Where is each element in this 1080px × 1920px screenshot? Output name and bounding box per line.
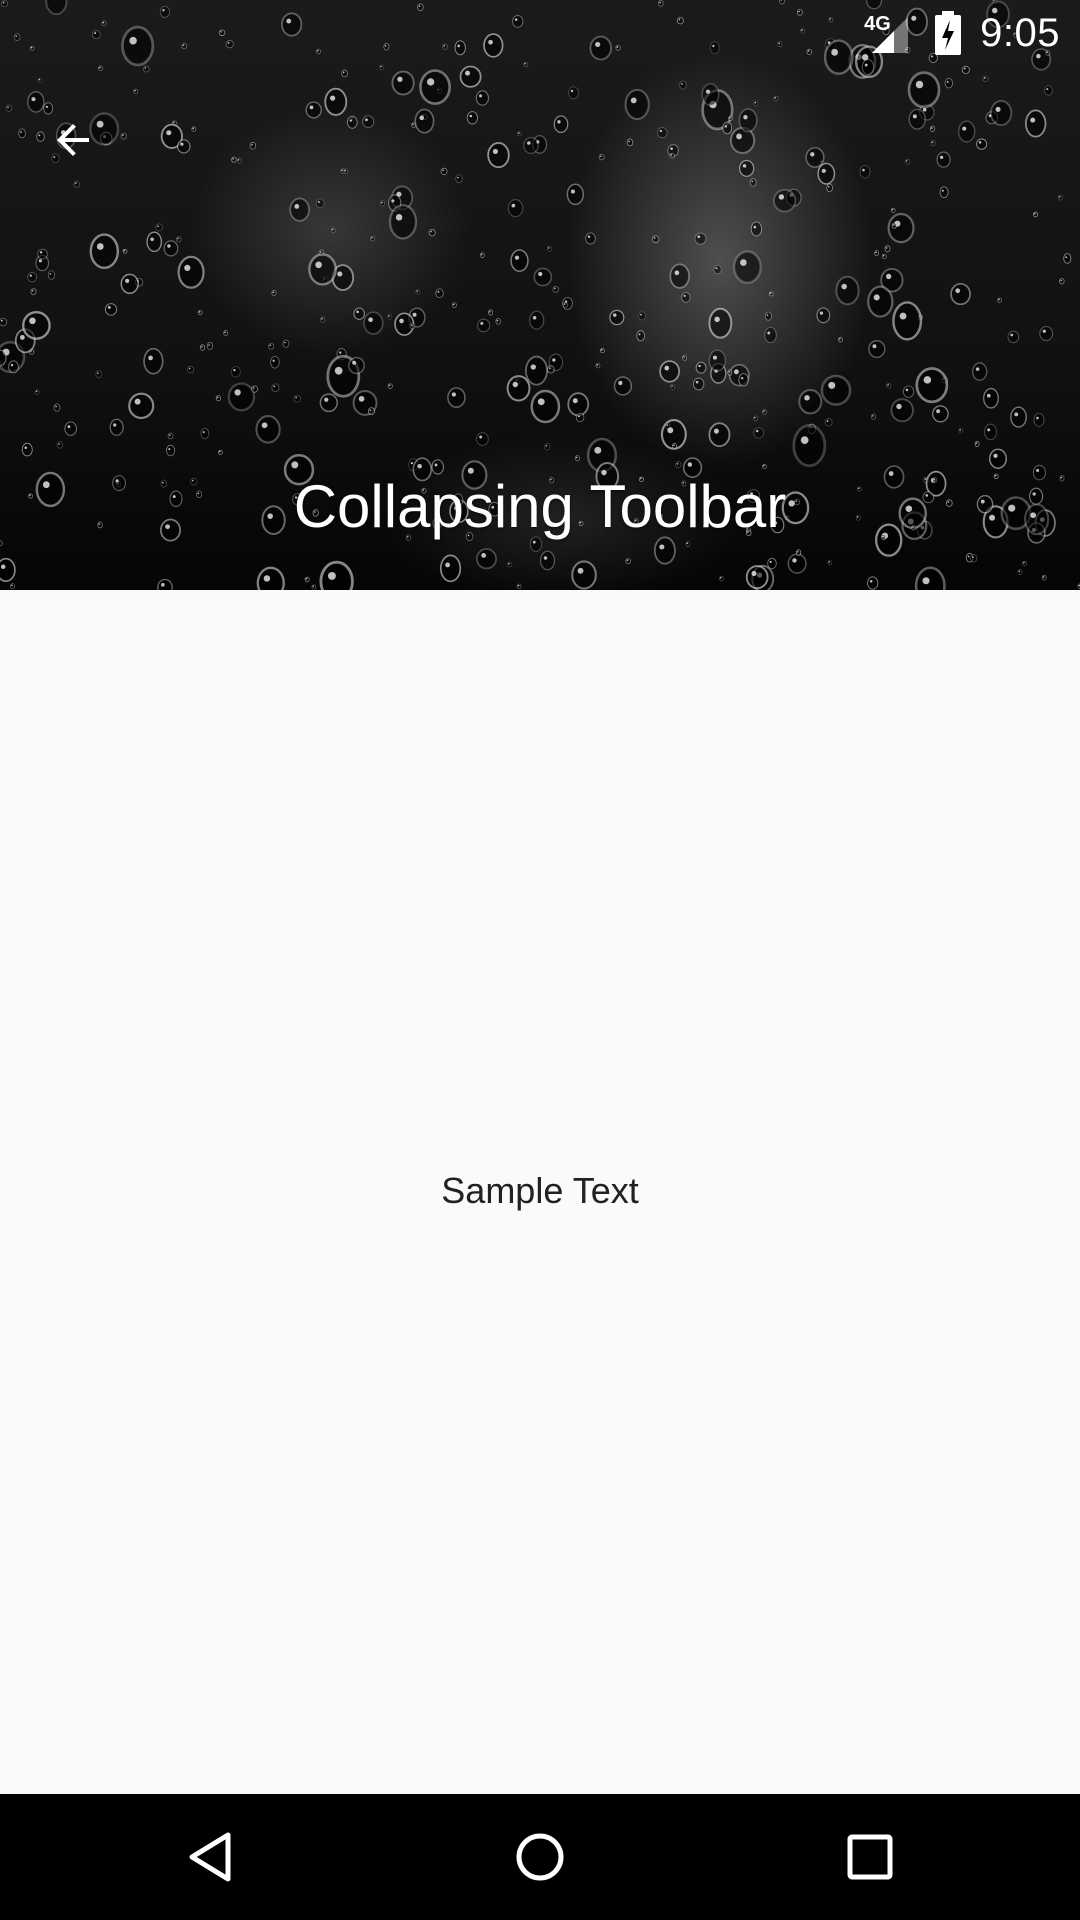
back-button[interactable] bbox=[28, 95, 118, 185]
nav-back-icon bbox=[189, 1832, 231, 1882]
nav-home-button[interactable] bbox=[500, 1817, 580, 1897]
nav-home-icon bbox=[516, 1833, 564, 1881]
content-area: Sample Text bbox=[0, 590, 1080, 1794]
toolbar-title: Collapsing Toolbar bbox=[293, 473, 787, 540]
nav-recents-icon bbox=[847, 1834, 893, 1880]
battery-charging-icon bbox=[935, 11, 962, 55]
screen: 4G 9:05 Collapsing Toolbar Sample Text bbox=[0, 0, 1080, 1920]
collapsing-app-bar: 4G 9:05 Collapsing Toolbar bbox=[0, 0, 1080, 590]
arrow-back-icon bbox=[57, 124, 89, 156]
status-bar: 4G 9:05 bbox=[0, 0, 1080, 66]
status-clock: 9:05 bbox=[980, 10, 1060, 55]
sample-text: Sample Text bbox=[441, 1170, 639, 1211]
nav-back-button[interactable] bbox=[170, 1817, 250, 1897]
navigation-bar bbox=[0, 1794, 1080, 1920]
nav-recents-button[interactable] bbox=[830, 1817, 910, 1897]
network-type-label: 4G bbox=[864, 13, 891, 35]
